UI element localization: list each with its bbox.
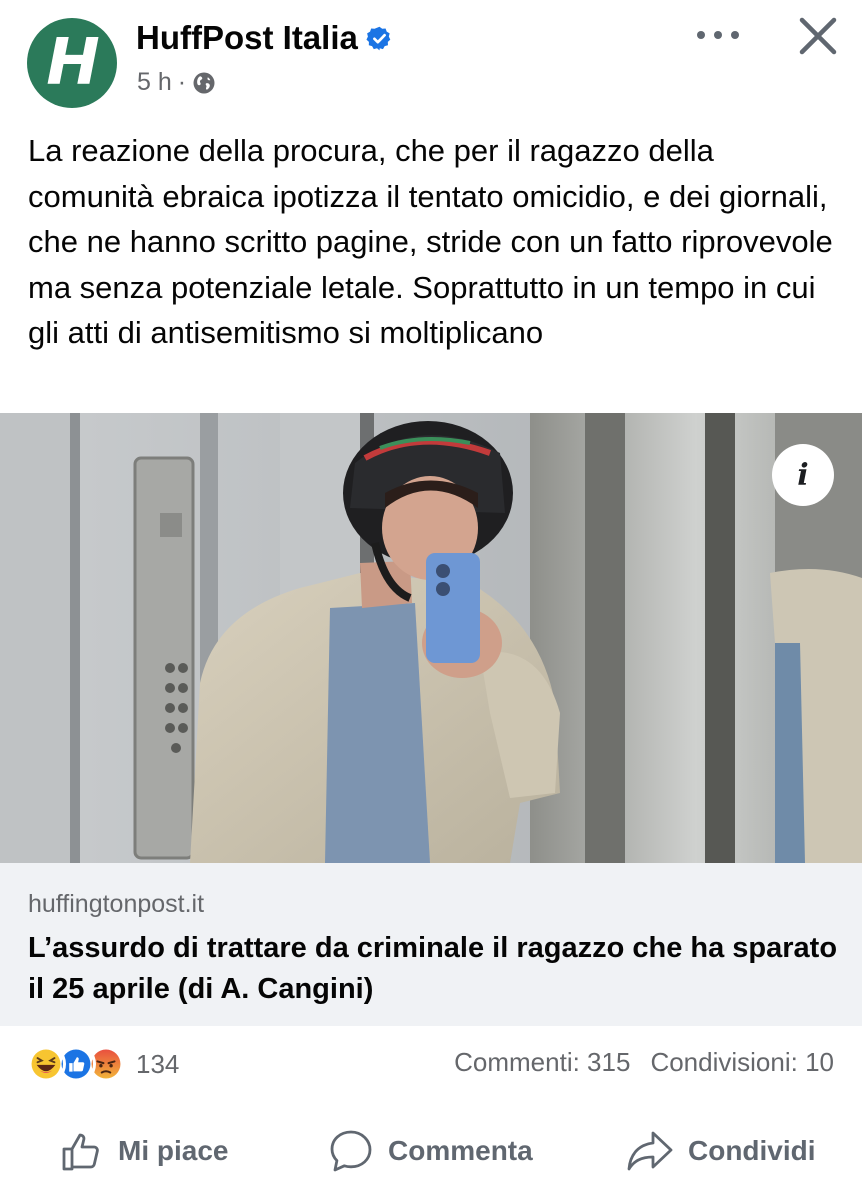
action-bar: Mi piace Commenta Condividi	[0, 1120, 862, 1182]
meta-separator: ·	[177, 68, 187, 96]
shares-count[interactable]: Condivisioni: 10	[650, 1047, 834, 1078]
post-text: La reazione della procura, che per il ra…	[28, 133, 833, 350]
reaction-count: 134	[136, 1048, 180, 1079]
engagement-stats: Commenti: 315 Condivisioni: 10	[454, 1047, 834, 1078]
globe-icon	[193, 72, 215, 93]
page-avatar[interactable]: H	[27, 18, 117, 108]
dot-icon	[714, 31, 722, 39]
comment-icon	[330, 1130, 372, 1172]
page-name-link[interactable]: HuffPost Italia	[136, 19, 358, 57]
post-header: H HuffPost Italia 5 h ·	[0, 0, 862, 110]
dot-icon	[697, 31, 705, 39]
verified-badge-icon	[366, 26, 391, 50]
like-button[interactable]: Mi piace	[60, 1120, 228, 1182]
reactions-summary[interactable]: 134	[26, 1042, 179, 1086]
comments-count[interactable]: Commenti: 315	[454, 1047, 630, 1078]
post-timestamp[interactable]: 5 h	[137, 68, 172, 97]
share-button[interactable]: Condividi	[626, 1120, 816, 1182]
page-name-row: HuffPost Italia	[136, 19, 393, 57]
ad-info-button[interactable]: i	[772, 444, 834, 506]
more-options-button[interactable]	[693, 20, 743, 50]
share-icon	[627, 1131, 673, 1171]
comment-button[interactable]: Commenta	[328, 1120, 533, 1182]
photo-illustration	[0, 413, 862, 863]
post-meta: 5 h ·	[137, 68, 216, 97]
like-label: Mi piace	[118, 1135, 229, 1166]
haha-icon	[26, 1044, 66, 1084]
share-label: Condividi	[688, 1135, 816, 1166]
dot-icon	[731, 31, 739, 39]
thumbs-up-icon	[62, 1133, 99, 1171]
comment-label: Commenta	[388, 1135, 533, 1166]
post-photo[interactable]	[0, 413, 862, 863]
link-domain: huffingtonpost.it	[28, 890, 205, 918]
close-icon[interactable]	[796, 14, 840, 58]
avatar-logo-letter: H	[46, 26, 100, 100]
link-title[interactable]: L’assurdo di trattare da criminale il ra…	[28, 928, 838, 1010]
